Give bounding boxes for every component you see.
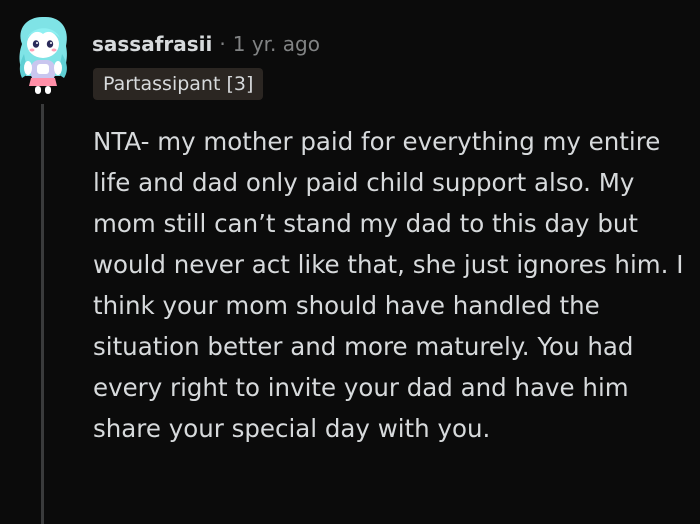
user-flair: Partassipant [3]: [93, 68, 264, 100]
snoo-avatar-icon: [19, 16, 67, 94]
comment-meta: sassafrasii · 1 yr. ago: [92, 29, 320, 59]
username-link[interactable]: sassafrasii: [92, 32, 212, 56]
thread-collapse-line[interactable]: [41, 104, 44, 524]
user-avatar[interactable]: [14, 14, 72, 98]
meta-separator: ·: [219, 32, 226, 56]
comment-timestamp[interactable]: 1 yr. ago: [233, 32, 320, 56]
comment: sassafrasii · 1 yr. ago Partassipant [3]…: [0, 0, 700, 524]
comment-body: NTA- my mother paid for everything my en…: [93, 127, 684, 443]
